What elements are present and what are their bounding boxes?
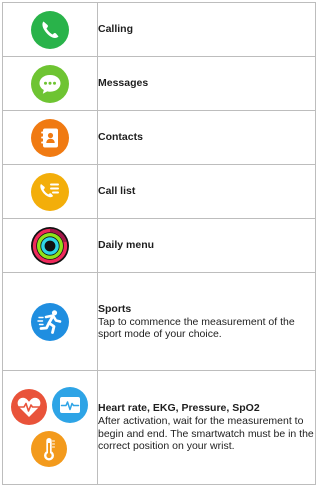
row-title: Daily menu (98, 239, 155, 251)
icon-cell (2, 56, 98, 111)
health-icons-group (10, 386, 90, 470)
table-row: Calling (2, 2, 316, 57)
icon-cell (2, 164, 98, 219)
table-row: Heart rate, EKG, Pressure, SpO2 After ac… (2, 370, 316, 485)
table-row: Call list (2, 164, 316, 219)
icon-cell (2, 218, 98, 273)
table-row: Daily menu (2, 218, 316, 273)
ekg-icon (51, 386, 89, 424)
row-title: Heart rate, EKG, Pressure, SpO2 (98, 402, 260, 415)
running-icon (30, 302, 70, 342)
row-title: Sports (98, 302, 132, 315)
heart-rate-icon (10, 388, 48, 426)
messages-icon (30, 64, 70, 104)
call-list-icon (30, 172, 70, 212)
row-description: After activation, wait for the measureme… (98, 415, 314, 453)
table-row: Messages (2, 56, 316, 111)
row-title: Call list (98, 185, 136, 197)
activity-rings-icon (30, 226, 70, 266)
feature-table: Calling Messages Contacts Call list Dail… (2, 2, 316, 485)
text-cell: Calling (97, 2, 316, 57)
text-cell: Contacts (97, 110, 316, 165)
contacts-icon (30, 118, 70, 158)
icon-cell (2, 110, 98, 165)
text-cell: Messages (97, 56, 316, 111)
phone-icon (30, 10, 70, 50)
row-title: Messages (98, 77, 149, 89)
thermometer-icon (30, 430, 68, 468)
icon-cell (2, 370, 98, 485)
row-title: Contacts (98, 131, 143, 143)
icon-cell (2, 2, 98, 57)
row-title: Calling (98, 23, 134, 35)
text-cell: Heart rate, EKG, Pressure, SpO2 After ac… (97, 370, 316, 485)
table-row: Contacts (2, 110, 316, 165)
text-cell: Daily menu (97, 218, 316, 273)
row-description: Tap to commence the measurement of the s… (98, 315, 295, 341)
text-cell: Sports Tap to commence the measurement o… (97, 272, 316, 371)
icon-cell (2, 272, 98, 371)
manual-page: Calling Messages Contacts Call list Dail… (0, 0, 320, 486)
table-row: Sports Tap to commence the measurement o… (2, 272, 316, 371)
text-cell: Call list (97, 164, 316, 219)
